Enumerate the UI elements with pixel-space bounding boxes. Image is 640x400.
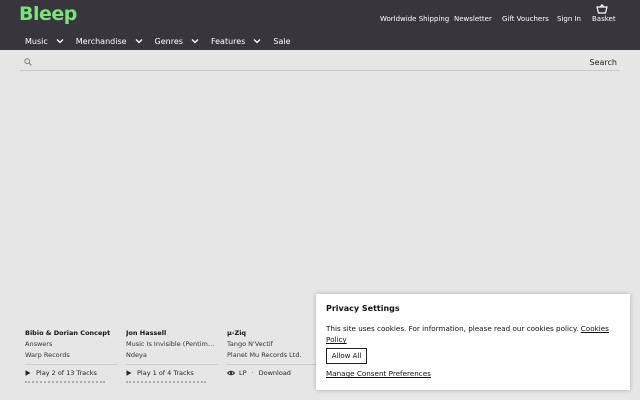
basket-link[interactable]: Basket: [592, 15, 616, 23]
product-label[interactable]: Planet Mu Records Ltd.: [227, 351, 319, 359]
search-button[interactable]: Search: [590, 58, 617, 67]
privacy-settings-dialog: Privacy Settings This site uses cookies.…: [316, 294, 630, 390]
nav-music[interactable]: Music: [25, 35, 64, 47]
format-label[interactable]: LP: [239, 369, 247, 377]
play-icon: [126, 370, 132, 376]
product-card: Jon Hassell Music Is Invisible (Pentimen…: [126, 329, 218, 385]
separator-dot: ·: [251, 369, 254, 377]
allow-all-button[interactable]: Allow All: [326, 348, 367, 364]
nav-merchandise-label: Merchandise: [75, 36, 127, 46]
dialog-title: Privacy Settings: [326, 304, 400, 313]
product-artist[interactable]: µ-Ziq: [227, 329, 319, 337]
product-label[interactable]: Warp Records: [25, 351, 117, 359]
play-tracks-button[interactable]: Play 1 of 4 Tracks: [126, 369, 218, 377]
nav-genres-label: Genres: [154, 36, 183, 46]
product-label[interactable]: Ndeya: [126, 351, 218, 359]
truncated-row: [126, 381, 206, 385]
product-title[interactable]: Tango N'Vectif: [227, 340, 319, 348]
chevron-down-icon: [56, 39, 64, 44]
nav-merchandise[interactable]: Merchandise: [76, 35, 143, 47]
dialog-text: This site uses cookies. For information,…: [326, 324, 579, 333]
download-link[interactable]: Download: [259, 369, 291, 377]
product-title[interactable]: Music Is Invisible (Pentimen...: [126, 340, 218, 348]
truncated-row: [25, 381, 105, 385]
play-tracks-button[interactable]: Play 2 of 13 Tracks: [25, 369, 117, 377]
site-header: Bleep Worldwide Shipping Newsletter Gift…: [0, 0, 640, 50]
divider: [25, 364, 117, 365]
search-bar: Search: [20, 55, 620, 71]
divider: [126, 364, 218, 365]
product-artist[interactable]: Bibio & Dorian Concept: [25, 329, 117, 337]
product-card: Bibio & Dorian Concept Answers Warp Reco…: [25, 329, 117, 385]
newsletter-link[interactable]: Newsletter: [454, 15, 492, 23]
nav-sale-label: Sale: [273, 36, 291, 46]
product-card: µ-Ziq Tango N'Vectif Planet Mu Records L…: [227, 329, 319, 377]
chevron-down-icon: [253, 39, 261, 44]
product-actions: LP · Download: [227, 369, 319, 377]
dialog-body: This site uses cookies. For information,…: [326, 323, 618, 345]
nav-features[interactable]: Features: [211, 35, 261, 47]
eye-icon[interactable]: [227, 370, 235, 376]
chevron-down-icon: [135, 39, 143, 44]
search-input[interactable]: [38, 56, 578, 69]
main-nav: Music Merchandise Genres Features Sale: [25, 35, 302, 47]
nav-sale[interactable]: Sale: [273, 35, 290, 47]
chevron-down-icon: [191, 39, 199, 44]
manage-consent-link[interactable]: Manage Consent Preferences: [326, 369, 431, 378]
nav-music-label: Music: [25, 36, 48, 46]
divider: [227, 364, 319, 365]
sign-in-link[interactable]: Sign In: [557, 15, 581, 23]
play-icon: [25, 370, 31, 376]
nav-features-label: Features: [210, 36, 246, 46]
basket-icon[interactable]: [596, 4, 608, 14]
product-title[interactable]: Answers: [25, 340, 117, 348]
nav-genres[interactable]: Genres: [155, 35, 199, 47]
gift-vouchers-link[interactable]: Gift Vouchers: [502, 15, 549, 23]
play-tracks-label: Play 1 of 4 Tracks: [137, 369, 194, 377]
product-artist[interactable]: Jon Hassell: [126, 329, 218, 337]
worldwide-shipping-link[interactable]: Worldwide Shipping: [380, 15, 449, 23]
bleep-logo[interactable]: Bleep: [19, 3, 77, 25]
search-icon: [24, 58, 32, 66]
play-tracks-label: Play 2 of 13 Tracks: [36, 369, 97, 377]
